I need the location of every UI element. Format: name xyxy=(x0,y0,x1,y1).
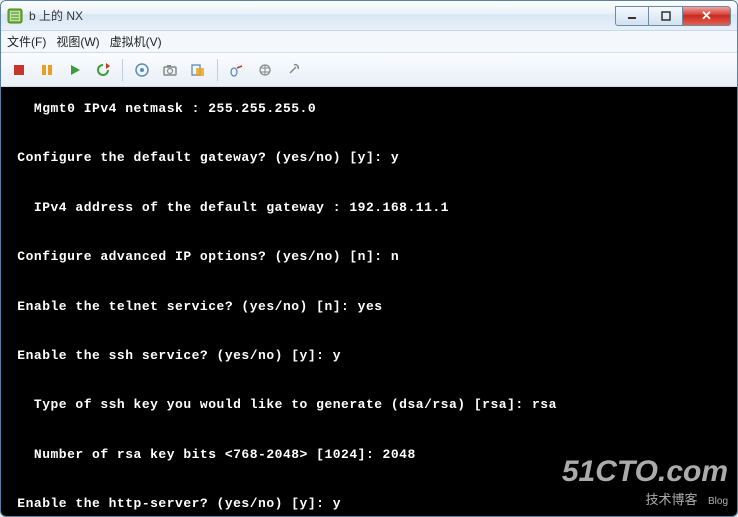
toolbar xyxy=(1,53,737,87)
manage-button[interactable] xyxy=(186,58,210,82)
menubar: 文件(F) 视图(W) 虚拟机(V) xyxy=(1,31,737,53)
camera-icon[interactable] xyxy=(158,58,182,82)
close-button[interactable]: ✕ xyxy=(683,6,731,26)
maximize-button[interactable] xyxy=(649,6,683,26)
tools-button[interactable] xyxy=(281,58,305,82)
window-controls: ✕ xyxy=(615,6,731,26)
minimize-button[interactable] xyxy=(615,6,649,26)
pause-button[interactable] xyxy=(35,58,59,82)
menu-file[interactable]: 文件(F) xyxy=(7,33,46,50)
app-window: b 上的 NX ✕ 文件(F) 视图(W) 虚拟机(V) xyxy=(0,0,738,517)
console-output[interactable]: Mgmt0 IPv4 netmask : 255.255.255.0 Confi… xyxy=(1,87,737,516)
close-icon: ✕ xyxy=(701,8,712,24)
window-title: b 上的 NX xyxy=(29,7,615,24)
console-text: Mgmt0 IPv4 netmask : 255.255.255.0 Confi… xyxy=(9,101,665,516)
app-icon xyxy=(7,8,23,24)
titlebar[interactable]: b 上的 NX ✕ xyxy=(1,1,737,31)
network-button[interactable] xyxy=(253,58,277,82)
play-button[interactable] xyxy=(63,58,87,82)
toolbar-separator xyxy=(217,59,218,81)
menu-view[interactable]: 视图(W) xyxy=(56,33,99,50)
restart-button[interactable] xyxy=(91,58,115,82)
menu-vm[interactable]: 虚拟机(V) xyxy=(110,33,162,50)
toolbar-separator xyxy=(122,59,123,81)
stop-button[interactable] xyxy=(7,58,31,82)
snapshot-button[interactable] xyxy=(130,58,154,82)
device-button[interactable] xyxy=(225,58,249,82)
